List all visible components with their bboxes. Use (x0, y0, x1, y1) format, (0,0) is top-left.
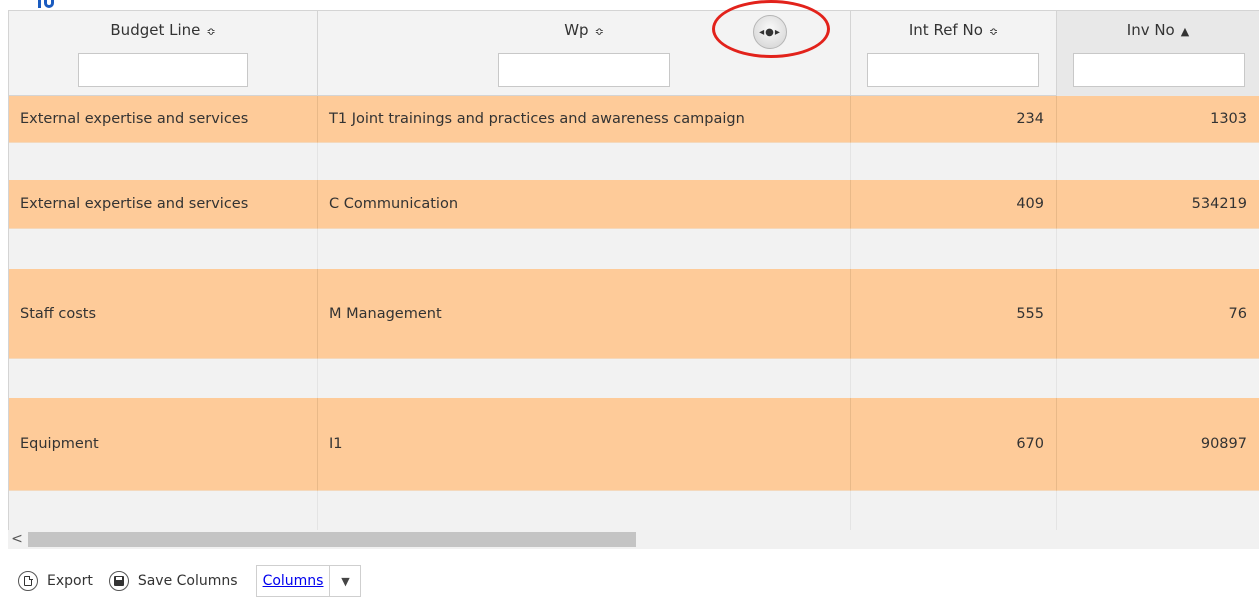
wp-filter-input[interactable] (498, 53, 670, 87)
inv-no-cell: 534219 (1057, 180, 1259, 229)
column-header-int-ref-no[interactable]: Int Ref No ≎ (851, 11, 1057, 96)
sort-icon[interactable]: ≎ (595, 25, 604, 38)
int-ref-no-cell: 409 (851, 180, 1057, 229)
grid-header: Budget Line ≎ Wp ≎ Int Ref No ≎ Inv No ▲ (9, 11, 1259, 96)
sort-icon[interactable]: ≎ (206, 25, 215, 38)
int-ref-no-filter-input[interactable] (867, 53, 1039, 87)
columns-link[interactable]: Columns (257, 566, 331, 596)
grid-footer-toolbar: Export Save Columns Columns ▼ (18, 565, 362, 597)
budget-line-cell: External expertise and services (9, 96, 318, 143)
column-header-budget-line[interactable]: Budget Line ≎ (9, 11, 318, 96)
column-header-inv-no[interactable]: Inv No ▲ (1057, 11, 1259, 96)
wp-cell: M Management (318, 269, 851, 359)
horizontal-scrollbar[interactable]: < (8, 530, 1259, 549)
scroll-left-icon[interactable]: < (8, 530, 26, 549)
table-row-spacer (9, 143, 1259, 180)
column-header-label[interactable]: Int Ref No ≎ (851, 11, 1056, 47)
export-icon (18, 571, 38, 591)
wp-cell: T1 Joint trainings and practices and awa… (318, 96, 851, 143)
chevron-down-icon[interactable]: ▼ (330, 575, 360, 588)
budget-line-cell: Staff costs (9, 269, 318, 359)
columns-dropdown[interactable]: Columns ▼ (255, 565, 362, 597)
inv-no-cell: 1303 (1057, 96, 1259, 143)
table-row[interactable]: External expertise and services T1 Joint… (9, 96, 1259, 143)
table-row[interactable]: Equipment I1 670 90897 (9, 398, 1259, 491)
column-header-label[interactable]: Inv No ▲ (1057, 11, 1259, 47)
sort-icon[interactable]: ≎ (989, 25, 998, 38)
budget-line-cell: Equipment (9, 398, 318, 491)
scrollbar-thumb[interactable] (28, 532, 636, 547)
int-ref-no-cell: 234 (851, 96, 1057, 143)
budget-line-cell: External expertise and services (9, 180, 318, 229)
int-ref-no-cell: 555 (851, 269, 1057, 359)
export-label: Export (47, 573, 93, 589)
wp-cell: I1 (318, 398, 851, 491)
export-button[interactable]: Export (18, 571, 93, 591)
table-row[interactable]: Staff costs M Management 555 76 (9, 269, 1259, 359)
save-columns-button[interactable]: Save Columns (108, 571, 238, 591)
budget-line-filter-input[interactable] (78, 53, 248, 87)
grid-body: External expertise and services T1 Joint… (9, 96, 1259, 530)
table-row[interactable]: External expertise and services C Commun… (9, 180, 1259, 229)
save-columns-label: Save Columns (137, 573, 238, 589)
inv-no-filter-input[interactable] (1073, 53, 1245, 87)
table-row-spacer (9, 229, 1259, 269)
inv-no-cell: 76 (1057, 269, 1259, 359)
data-grid: Budget Line ≎ Wp ≎ Int Ref No ≎ Inv No ▲ Ext… (8, 10, 1259, 530)
sort-ascending-icon[interactable]: ▲ (1181, 25, 1189, 38)
inv-no-cell: 90897 (1057, 398, 1259, 491)
save-icon (108, 571, 129, 591)
page-title-fragment (36, 0, 54, 8)
table-row-spacer (9, 491, 1259, 530)
column-header-label[interactable]: Budget Line ≎ (9, 11, 317, 47)
column-resize-icon[interactable]: ◂●▸ (753, 15, 787, 49)
wp-cell: C Communication (318, 180, 851, 229)
int-ref-no-cell: 670 (851, 398, 1057, 491)
table-row-spacer (9, 359, 1259, 398)
